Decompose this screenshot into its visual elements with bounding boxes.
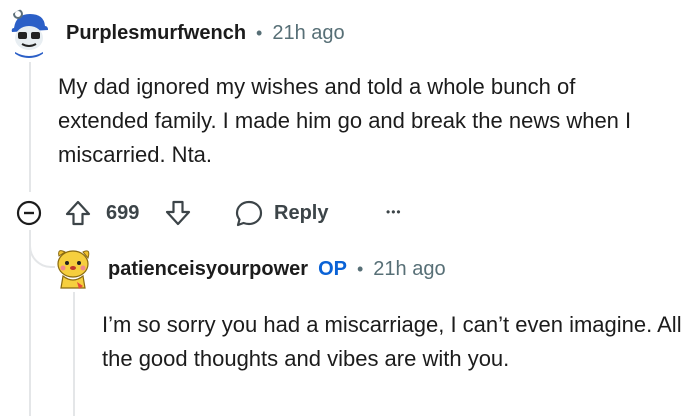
reply-thread-connector [29,230,55,268]
upvote-arrow-icon [65,200,91,226]
user-avatar-icon [4,8,54,58]
avatar[interactable] [53,246,93,290]
reply-timestamp[interactable]: 21h ago [373,258,445,281]
more-options-button[interactable]: ••• [386,200,402,224]
upvote-button[interactable] [64,198,96,228]
comment-body: My dad ignored my wishes and told a whol… [58,74,632,167]
comment-thread-line-lower [29,230,31,416]
comment-thread-line [29,62,31,192]
downvote-arrow-icon [165,200,191,226]
downvote-button[interactable] [164,198,196,228]
reply-header: patienceisyourpower OP • 21h ago [108,258,446,281]
collapse-button[interactable] [16,200,42,226]
reply-button[interactable]: Reply [234,198,328,228]
reply-body: I’m so sorry you had a miscarriage, I ca… [102,312,682,371]
vote-count-value: 699 [106,201,140,224]
collapse-icon [16,200,42,226]
meta-separator: • [356,259,364,279]
avatar[interactable] [4,8,54,58]
reply-username[interactable]: patienceisyourpower [108,258,308,281]
comment-timestamp[interactable]: 21h ago [272,22,344,45]
speech-bubble-icon [235,200,263,227]
reply-thread-line [73,292,75,416]
user-avatar-icon [57,250,90,289]
comment-username[interactable]: Purplesmurfwench [66,22,246,45]
meta-separator: • [256,23,263,43]
more-options-icon: ••• [386,205,402,219]
reply-label: Reply [274,201,329,224]
vote-count: 699 [106,200,139,226]
comment-header: Purplesmurfwench • 21h ago [66,22,345,45]
op-badge: OP [318,258,347,280]
